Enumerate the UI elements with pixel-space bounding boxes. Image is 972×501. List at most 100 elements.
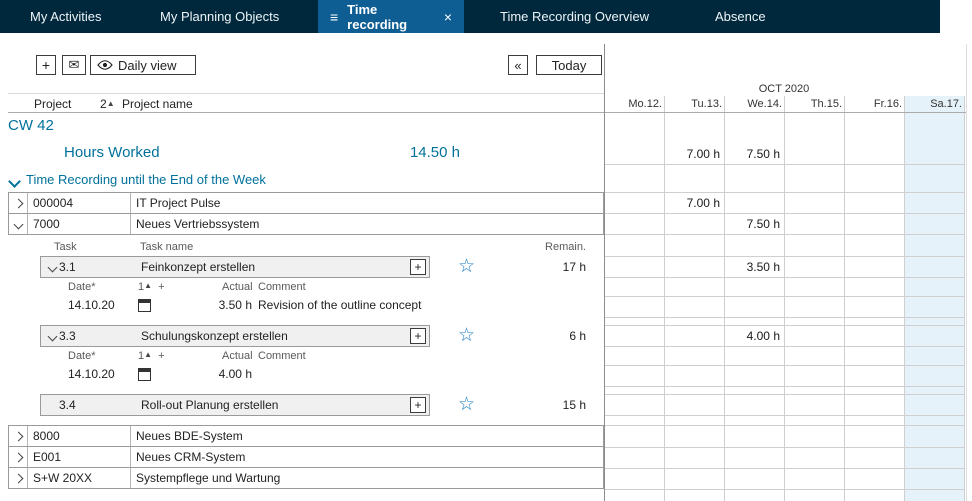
entry-actual-hours[interactable]: 4.00 h — [200, 367, 252, 381]
entry-sort-control[interactable]: 1▲ + — [138, 350, 165, 362]
project-name: Neues Vertriebssystem — [131, 217, 603, 231]
grid-line — [844, 96, 845, 501]
add-booking-button[interactable]: + — [410, 397, 426, 413]
day-header-sa: Sa.17. — [908, 98, 962, 110]
panel-splitter[interactable] — [604, 44, 605, 501]
task-name-column-header[interactable]: Task name — [140, 241, 193, 253]
grid-line — [604, 346, 964, 347]
sort-asc-icon: ▲ — [144, 350, 152, 359]
view-selector-label: Daily view — [118, 58, 177, 73]
tab-absence[interactable]: Absence — [715, 0, 766, 33]
task-name: Feinkonzept erstellen — [141, 260, 429, 274]
project-row-8000[interactable]: 8000 Neues BDE-System — [8, 425, 604, 447]
add-entry-row-icon[interactable]: + — [158, 281, 164, 293]
scroll-gutter-line — [966, 44, 967, 501]
grid-line — [604, 447, 964, 448]
date-column-header: Date* — [68, 350, 96, 362]
tab-time-recording-overview[interactable]: Time Recording Overview — [500, 0, 649, 33]
grid-line — [604, 468, 964, 469]
previous-week-button[interactable]: « — [508, 55, 528, 75]
grid-line — [604, 256, 964, 257]
tab-my-activities[interactable]: My Activities — [30, 0, 102, 33]
hours-worked-total: 14.50 h — [340, 144, 460, 161]
favorite-star-icon[interactable]: ☆ — [458, 258, 475, 276]
collapse-icon[interactable] — [47, 262, 57, 272]
project-name: Neues BDE-System — [131, 429, 603, 443]
header-underline — [8, 112, 966, 113]
entry-actual-hours[interactable]: 3.50 h — [200, 298, 252, 312]
add-entry-row-icon[interactable]: + — [158, 350, 164, 362]
expand-icon[interactable] — [13, 473, 23, 483]
day-cell-hours-tu: 7.00 h — [668, 147, 720, 161]
project-row-7000[interactable]: 7000 Neues Vertriebssystem — [8, 213, 604, 235]
task-name: Roll-out Planung erstellen — [141, 398, 429, 412]
today-button[interactable]: Today — [536, 55, 602, 75]
day-header-tu: Tu.13. — [668, 98, 722, 110]
project-row-000004[interactable]: 000004 IT Project Pulse — [8, 192, 604, 214]
task-row-3-1[interactable]: 3.1 Feinkonzept erstellen + — [40, 256, 430, 278]
expand-icon[interactable] — [13, 452, 23, 462]
column-header-project-name[interactable]: Project name — [122, 97, 193, 111]
menu-icon[interactable]: ≡ — [330, 10, 338, 24]
entry-date[interactable]: 14.10.20 — [68, 298, 115, 312]
project-row-e001[interactable]: E001 Neues CRM-System — [8, 446, 604, 468]
calendar-icon[interactable] — [138, 368, 151, 381]
collapse-icon[interactable] — [47, 331, 57, 341]
expand-icon[interactable] — [13, 431, 23, 441]
tab-label: Time recording — [347, 2, 435, 32]
sort-asc-icon: ▲ — [144, 281, 152, 290]
entry-date[interactable]: 14.10.20 — [68, 367, 115, 381]
task-row-3-4[interactable]: 3.4 Roll-out Planung erstellen + — [40, 394, 430, 416]
section-heading[interactable]: Time Recording until the End of the Week — [26, 172, 266, 187]
column-header-project[interactable]: Project — [34, 97, 71, 111]
project-name: Systempflege und Wartung — [131, 471, 603, 485]
eye-icon — [97, 60, 113, 70]
add-booking-button[interactable]: + — [410, 259, 426, 275]
favorite-star-icon[interactable]: ☆ — [458, 327, 475, 345]
collapse-icon[interactable] — [13, 219, 23, 229]
collapse-section-icon[interactable] — [8, 175, 21, 188]
view-selector[interactable]: Daily view — [90, 55, 196, 75]
date-column-header: Date* — [68, 281, 96, 293]
entry-sort-control[interactable]: 1▲ + — [138, 281, 165, 293]
grid-line — [604, 296, 964, 297]
task-row-3-3[interactable]: 3.3 Schulungskonzept erstellen + — [40, 325, 430, 347]
favorite-star-icon[interactable]: ☆ — [458, 396, 475, 414]
entry-comment[interactable]: Revision of the outline concept — [258, 298, 421, 312]
weekend-column-highlight — [904, 96, 964, 501]
actual-column-header: Actual — [222, 281, 253, 293]
tab-my-planning-objects[interactable]: My Planning Objects — [160, 0, 279, 33]
remaining-effort: 15 h — [520, 398, 586, 412]
grid-line — [604, 415, 964, 416]
add-button[interactable]: + — [36, 55, 56, 75]
task-id: 3.3 — [59, 329, 141, 343]
add-booking-button[interactable]: + — [410, 328, 426, 344]
grid-line — [604, 164, 964, 165]
project-code: 000004 — [27, 193, 131, 213]
task-column-header[interactable]: Task — [54, 241, 77, 253]
calendar-icon[interactable] — [138, 299, 151, 312]
sort-indicator[interactable]: 2▲ — [100, 97, 115, 111]
day-cell-project-we: 7.50 h — [728, 217, 780, 231]
remain-column-header[interactable]: Remain. — [520, 241, 586, 253]
grid-line — [8, 93, 604, 94]
day-cell-task-we: 4.00 h — [728, 329, 780, 343]
project-code: E001 — [27, 447, 131, 467]
day-header-we: We.14. — [728, 98, 782, 110]
close-icon[interactable]: × — [444, 10, 452, 24]
grid-line — [604, 365, 964, 366]
expand-icon[interactable] — [13, 198, 23, 208]
project-row-sw20xx[interactable]: S+W 20XX Systempflege und Wartung — [8, 467, 604, 489]
grid-line — [904, 96, 905, 501]
day-cell-task-we: 3.50 h — [728, 260, 780, 274]
tab-time-recording[interactable]: ≡ Time recording × — [318, 0, 464, 33]
project-code: 8000 — [27, 426, 131, 446]
grid-line — [604, 386, 964, 387]
task-id: 3.1 — [59, 260, 141, 274]
grid-line — [604, 234, 964, 235]
day-cell-project-tu: 7.00 h — [668, 196, 720, 210]
comment-column-header: Comment — [258, 350, 306, 362]
actual-column-header: Actual — [222, 350, 253, 362]
grid-line — [604, 192, 964, 193]
mail-button[interactable]: ✉ — [62, 55, 86, 75]
